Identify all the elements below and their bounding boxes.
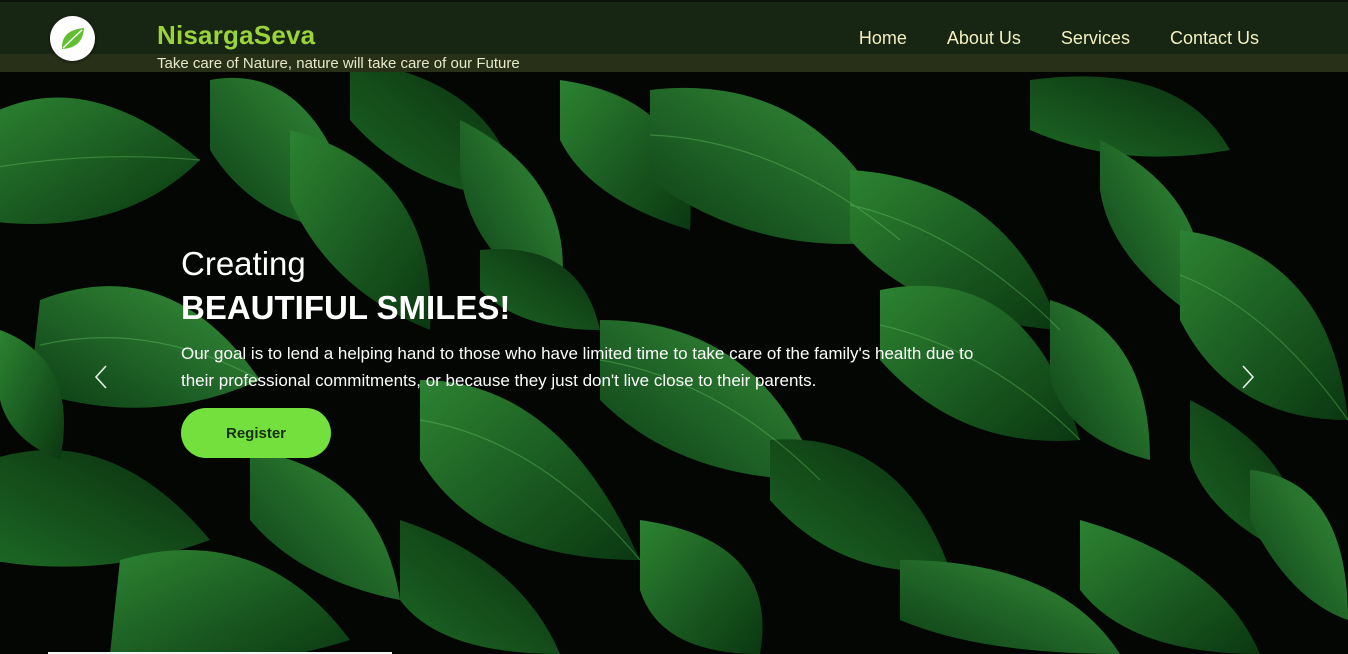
page: NisargaSeva Take care of Nature, nature … bbox=[0, 0, 1348, 654]
hero-title: BEAUTIFUL SMILES! bbox=[181, 289, 511, 326]
carousel-prev-button[interactable] bbox=[93, 364, 109, 390]
hero-content: Creating BEAUTIFUL SMILES! Our goal is t… bbox=[181, 244, 1001, 458]
site-header: NisargaSeva Take care of Nature, nature … bbox=[0, 0, 1348, 72]
hero-subtitle: Creating bbox=[181, 245, 306, 282]
brand-name[interactable]: NisargaSeva bbox=[157, 20, 315, 51]
register-button[interactable]: Register bbox=[181, 408, 331, 458]
main-nav: Home About Us Services Contact Us bbox=[859, 28, 1259, 49]
nav-services[interactable]: Services bbox=[1061, 28, 1130, 49]
carousel-next-button[interactable] bbox=[1240, 364, 1256, 390]
nav-about-us[interactable]: About Us bbox=[947, 28, 1021, 49]
logo[interactable] bbox=[50, 16, 95, 61]
tagline: Take care of Nature, nature will take ca… bbox=[157, 55, 520, 72]
leaf-icon bbox=[61, 28, 84, 49]
nav-home[interactable]: Home bbox=[859, 28, 907, 49]
hero-description: Our goal is to lend a helping hand to th… bbox=[181, 344, 974, 390]
chevron-right-icon bbox=[1242, 365, 1255, 389]
nav-contact-us[interactable]: Contact Us bbox=[1170, 28, 1259, 49]
chevron-left-icon bbox=[94, 365, 107, 389]
